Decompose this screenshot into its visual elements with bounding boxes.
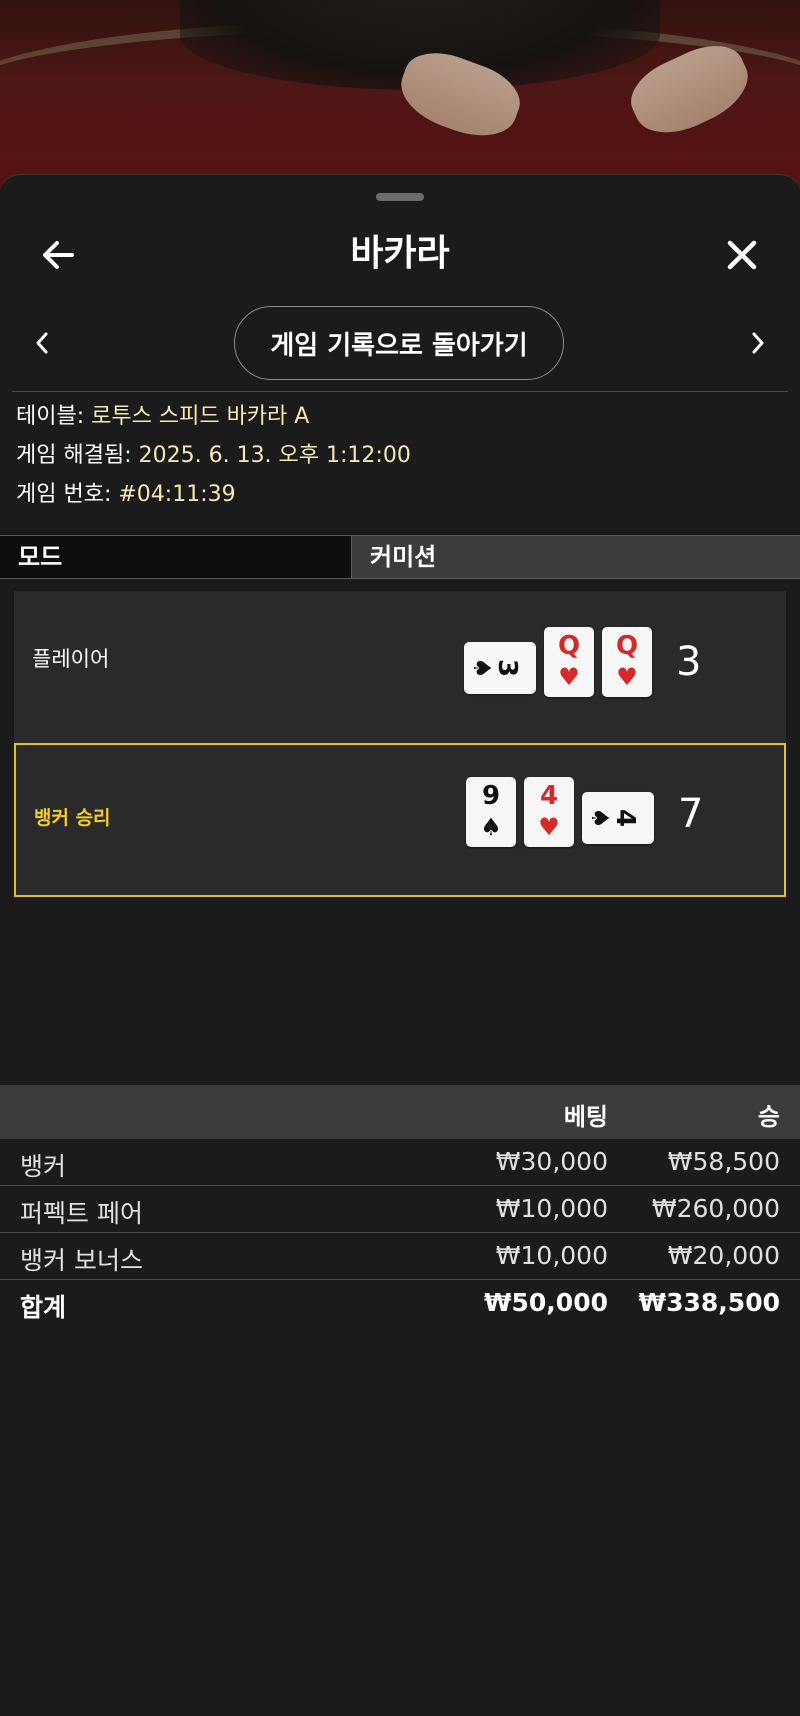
- table-row: 뱅커 ₩30,000 ₩58,500: [0, 1139, 800, 1186]
- card-rank: Q: [557, 631, 581, 661]
- bet-name: 퍼펙트 페어: [20, 1199, 143, 1228]
- player-card-2: Q ♥: [544, 627, 594, 697]
- mode-label: 모드: [0, 536, 352, 578]
- round-results: 플레이어 ♠ 3 Q ♥ Q ♥ 3 뱅커 승리 9 ♠ 4 ♥ ♠ 4 7: [0, 579, 800, 1085]
- game-number-row: 게임 번호: #04:11:39: [16, 475, 786, 514]
- heart-icon: ♥: [558, 663, 580, 691]
- game-info: 테이블: 로투스 스피드 바카라 A 게임 해결됨: 2025. 6. 13. …: [16, 397, 786, 514]
- heart-icon: ♥: [616, 663, 638, 691]
- card-rank: 9: [481, 781, 501, 811]
- card-rank: 4: [539, 781, 559, 811]
- close-button[interactable]: [720, 233, 764, 277]
- resolved-info-row: 게임 해결됨: 2025. 6. 13. 오후 1:12:00: [16, 436, 786, 475]
- bet-column-header: 베팅: [563, 1103, 608, 1131]
- mode-row: 모드 커미션: [0, 535, 800, 579]
- bet-amount: ₩10,000: [495, 1194, 608, 1223]
- spade-icon: ♠: [468, 657, 496, 679]
- close-icon: [727, 240, 757, 270]
- banker-card-3: ♠ 4: [582, 792, 654, 844]
- win-column-header: 승: [757, 1103, 780, 1131]
- divider: [12, 391, 788, 392]
- card-rank: 3: [492, 658, 522, 678]
- page-title: 바카라: [350, 233, 450, 274]
- win-amount: ₩58,500: [667, 1147, 780, 1176]
- heart-icon: ♥: [538, 813, 560, 841]
- card-rank: 4: [610, 808, 640, 828]
- card-rank: Q: [615, 631, 639, 661]
- bet-amount: ₩10,000: [495, 1241, 608, 1270]
- total-row: 합계 ₩50,000 ₩338,500: [0, 1280, 800, 1326]
- chevron-right-icon: [752, 332, 764, 354]
- sheet-grab-handle[interactable]: [376, 193, 424, 201]
- total-label: 합계: [20, 1293, 67, 1322]
- table-row: 뱅커 보너스 ₩10,000 ₩20,000: [0, 1233, 800, 1280]
- player-score: 3: [676, 639, 702, 685]
- spade-icon: ♠: [480, 813, 502, 841]
- resolved-label: 게임 해결됨:: [16, 443, 132, 468]
- table-label: 테이블:: [16, 404, 85, 429]
- bet-amount: ₩30,000: [495, 1147, 608, 1176]
- game-nav-row: 게임 기록으로 돌아가기: [0, 303, 800, 383]
- table-value: 로투스 스피드 바카라 A: [91, 404, 310, 429]
- banker-score: 7: [678, 791, 704, 837]
- spade-icon: ♠: [586, 807, 614, 829]
- previous-game-button[interactable]: [22, 323, 62, 363]
- game-number-value: #04:11:39: [118, 482, 236, 507]
- game-details-sheet: 바카라 게임 기록으로 돌아가기 테이블: 로투스 스피드 바카라 A 게임 해…: [0, 174, 800, 1716]
- player-result-panel: 플레이어 ♠ 3 Q ♥ Q ♥ 3: [14, 591, 786, 743]
- next-game-button[interactable]: [738, 323, 778, 363]
- player-card-1: ♠ 3: [464, 642, 536, 694]
- player-card-3: Q ♥: [602, 627, 652, 697]
- sheet-header: 바카라: [0, 215, 800, 295]
- banker-card-1: 9 ♠: [466, 777, 516, 847]
- mode-value: 커미션: [352, 536, 800, 578]
- game-number-label: 게임 번호:: [16, 482, 112, 507]
- bets-table-header: 베팅 승: [0, 1085, 800, 1139]
- banker-result-panel: 뱅커 승리 9 ♠ 4 ♥ ♠ 4 7: [14, 743, 786, 897]
- bet-name: 뱅커: [20, 1152, 67, 1181]
- bet-name: 뱅커 보너스: [20, 1246, 143, 1275]
- banker-card-2: 4 ♥: [524, 777, 574, 847]
- total-win-amount: ₩338,500: [638, 1288, 780, 1317]
- win-amount: ₩260,000: [651, 1194, 780, 1223]
- table-info-row: 테이블: 로투스 스피드 바카라 A: [16, 397, 786, 436]
- chevron-left-icon: [36, 332, 48, 354]
- banker-win-label: 뱅커 승리: [34, 807, 111, 829]
- win-amount: ₩20,000: [667, 1241, 780, 1270]
- video-overlay: [0, 0, 800, 200]
- total-bet-amount: ₩50,000: [483, 1288, 608, 1317]
- bets-table: 베팅 승 뱅커 ₩30,000 ₩58,500 퍼펙트 페어 ₩10,000 ₩…: [0, 1085, 800, 1326]
- app-root: 바카라 게임 기록으로 돌아가기 테이블: 로투스 스피드 바카라 A 게임 해…: [0, 0, 800, 1716]
- player-label: 플레이어: [32, 647, 110, 671]
- table-row: 퍼펙트 페어 ₩10,000 ₩260,000: [0, 1186, 800, 1233]
- live-video-background: [0, 0, 800, 200]
- resolved-value: 2025. 6. 13. 오후 1:12:00: [138, 443, 411, 468]
- back-to-history-button[interactable]: 게임 기록으로 돌아가기: [234, 306, 564, 380]
